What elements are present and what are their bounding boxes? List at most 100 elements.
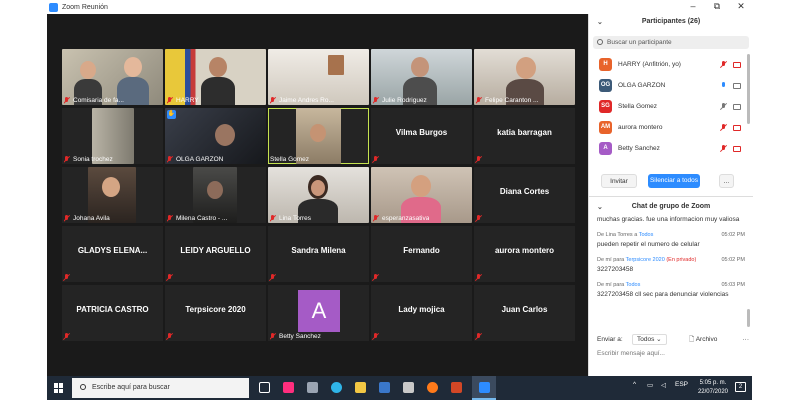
taskbar-clock[interactable]: 5:05 p. m. 22/07/2020	[698, 379, 728, 397]
chat-messages: muchas gracias. fue una informacion muy …	[597, 215, 745, 306]
mic-muted-icon	[476, 333, 482, 340]
message-time: 05:03 PM	[721, 282, 745, 288]
video-tile[interactable]: Julie Rodriguez	[371, 49, 472, 105]
mic-muted-icon	[373, 333, 379, 340]
tile-label: Julie Rodriguez	[373, 97, 427, 104]
edge-browser-icon[interactable]	[331, 382, 342, 393]
chat-more-button[interactable]: ···	[743, 334, 750, 346]
task-view-icon[interactable]	[259, 382, 270, 393]
mic-speaking-icon[interactable]	[721, 82, 727, 89]
participant-row[interactable]: SG Stella Gomez	[589, 96, 749, 117]
message-time: 05:02 PM	[721, 257, 745, 263]
mic-muted-icon	[373, 156, 379, 163]
calculator-icon[interactable]	[307, 382, 318, 393]
video-tile[interactable]: A Betty Sanchez	[268, 285, 369, 341]
file-explorer-icon[interactable]	[355, 382, 366, 393]
video-tile[interactable]: Fernando	[371, 226, 472, 282]
video-tile[interactable]: Milena Castro - ...	[165, 167, 266, 223]
maximize-button[interactable]: ⧉	[711, 1, 723, 12]
chevron-down-icon[interactable]: ⌄	[597, 203, 603, 211]
video-tile[interactable]: Sonia trochez	[62, 108, 163, 164]
mic-muted-icon[interactable]	[721, 124, 727, 131]
chat-message-input[interactable]: Escribir mensaje aquí...	[597, 350, 745, 357]
camera-off-icon[interactable]	[733, 62, 741, 68]
participants-scrollbar[interactable]	[747, 54, 750, 124]
camera-off-icon[interactable]	[733, 146, 741, 152]
video-tile-active-speaker[interactable]: Stella Gomez	[268, 108, 369, 164]
mute-all-button[interactable]: Silenciar a todos	[648, 174, 700, 188]
participant-row[interactable]: A Betty Sanchez	[589, 138, 749, 159]
video-tile[interactable]: katia barragan	[474, 108, 575, 164]
video-tile[interactable]: Juan Carlos	[474, 285, 575, 341]
chevron-up-icon[interactable]: ^	[633, 381, 636, 388]
network-icon[interactable]: ▭	[647, 381, 653, 389]
chat-title: Chat de grupo de Zoom	[631, 203, 711, 210]
participant-name: GLADYS ELENA...	[77, 246, 148, 255]
message-text: 3227203458	[597, 266, 634, 273]
indesign-icon[interactable]	[283, 382, 294, 393]
video-tile[interactable]: Terpsicore 2020	[165, 285, 266, 341]
message-text: muchas gracias. fue una informacion muy …	[597, 216, 740, 223]
file-button[interactable]: 🗋 Archivo	[689, 334, 717, 346]
video-tile[interactable]: HARRY	[165, 49, 266, 105]
chat-header: ⌄ Chat de grupo de Zoom	[589, 203, 753, 211]
mic-muted-icon	[270, 97, 276, 104]
mic-muted-icon[interactable]	[721, 61, 727, 68]
participant-row[interactable]: OG OLGA GARZON	[589, 75, 749, 96]
video-tile[interactable]: Sandra Milena	[268, 226, 369, 282]
video-tile[interactable]: Comisaria de fa...	[62, 49, 163, 105]
video-tile[interactable]: GLADYS ELENA...	[62, 226, 163, 282]
video-tile[interactable]: LEIDY ARGUELLO	[165, 226, 266, 282]
mic-muted-icon	[476, 215, 482, 222]
participant-name: Terpsicore 2020	[185, 305, 246, 314]
video-tile[interactable]: aurora montero	[474, 226, 575, 282]
video-tile[interactable]: Johana Avila	[62, 167, 163, 223]
mic-muted-icon	[167, 333, 173, 340]
video-gallery: Comisaria de fa... HARRY Jaime Andres Ro…	[47, 14, 588, 376]
chevron-down-icon[interactable]: ⌄	[597, 18, 603, 26]
video-tile[interactable]: Lina Torres	[268, 167, 369, 223]
more-options-button[interactable]: ...	[719, 174, 734, 188]
video-tile[interactable]: PATRICIA CASTRO	[62, 285, 163, 341]
window-title: Zoom Reunión	[62, 3, 108, 11]
participant-row[interactable]: H HARRY (Anfitrión, yo)	[589, 54, 749, 75]
windows-start-icon[interactable]	[54, 383, 64, 393]
volume-icon[interactable]: ◁	[661, 381, 666, 389]
video-tile[interactable]: Vilma Burgos	[371, 108, 472, 164]
app-icon[interactable]	[403, 382, 414, 393]
mic-muted-icon[interactable]	[721, 145, 727, 152]
taskbar-search-input[interactable]: Escribe aquí para buscar	[72, 378, 249, 398]
video-tile[interactable]: Felipe Caranton ...	[474, 49, 575, 105]
chat-scrollbar[interactable]	[747, 309, 750, 327]
tile-label: Stella Gomez	[270, 156, 310, 163]
tile-label: Milena Castro - ...	[167, 215, 227, 222]
video-tile[interactable]: esperanzasativa	[371, 167, 472, 223]
camera-off-icon[interactable]	[733, 125, 741, 131]
tile-label: Betty Sanchez	[270, 333, 321, 340]
mic-muted-icon	[373, 215, 379, 222]
powerpoint-icon[interactable]	[451, 382, 462, 393]
minimize-button[interactable]: –	[687, 1, 699, 11]
tile-label: HARRY	[167, 97, 199, 104]
close-button[interactable]: ✕	[735, 1, 747, 12]
firefox-icon[interactable]	[427, 382, 438, 393]
mail-icon[interactable]	[379, 382, 390, 393]
participant-search-input[interactable]: Buscar un participante	[593, 36, 749, 49]
mic-muted-icon	[270, 215, 276, 222]
mic-muted-icon	[64, 333, 70, 340]
send-to-dropdown[interactable]: Todos ⌄	[632, 334, 667, 345]
language-indicator[interactable]: ESP	[675, 381, 688, 388]
mic-on-icon[interactable]	[721, 103, 727, 110]
video-tile[interactable]: Diana Cortes	[474, 167, 575, 223]
video-tile[interactable]: ✋ OLGA GARZON	[165, 108, 266, 164]
camera-on-icon[interactable]	[733, 83, 741, 89]
video-tile[interactable]: Jaime Andres Ro...	[268, 49, 369, 105]
participant-row[interactable]: AM aurora montero	[589, 117, 749, 138]
video-tile[interactable]: Lady mojica	[371, 285, 472, 341]
chat-message: muchas gracias. fue una informacion muy …	[597, 215, 745, 224]
invite-button[interactable]: Invitar	[601, 174, 637, 188]
camera-on-icon[interactable]	[733, 104, 741, 110]
mic-muted-icon	[476, 274, 482, 281]
notification-center-icon[interactable]: 2	[735, 382, 746, 392]
panel-divider	[589, 196, 753, 197]
